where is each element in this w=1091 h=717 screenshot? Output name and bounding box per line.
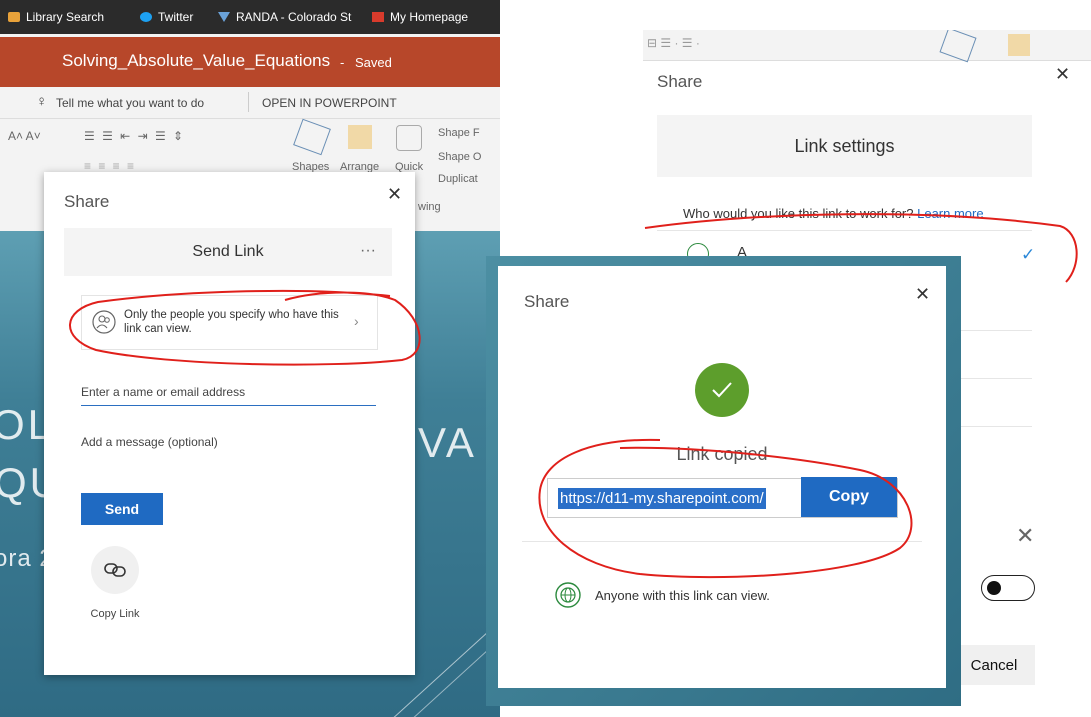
success-icon [695, 363, 749, 417]
dialog-title: Share [524, 292, 570, 311]
people-icon [92, 310, 116, 334]
who-question: Who would you like this link to work for… [683, 206, 984, 221]
randa-icon [218, 12, 230, 22]
link-scope-text: Anyone with this link can view. [595, 588, 770, 603]
slide-title-fragment: VA [418, 419, 477, 466]
shape-outline-button[interactable]: Shape O [438, 151, 481, 163]
ribbon-strip: ⊟ ☰ · ☰ · [643, 30, 1091, 63]
close-icon[interactable]: ✕ [387, 184, 402, 205]
homepage-icon [372, 12, 384, 22]
link-permission-button[interactable]: Only the people you specify who have thi… [81, 295, 378, 350]
tell-me-bar: ♀ Tell me what you want to do OPEN IN PO… [0, 88, 500, 119]
bookmark-library-search[interactable]: Library Search [8, 10, 104, 24]
library-icon [8, 12, 20, 22]
dialog-title: Share [64, 192, 110, 211]
title-bar: Solving_Absolute_Value_Equations - Saved [0, 37, 500, 87]
remove-icon[interactable]: ✕ [1016, 523, 1034, 549]
twitter-icon [140, 12, 152, 22]
lightbulb-icon: ♀ [36, 93, 48, 110]
drawing-group-label: wing [418, 201, 441, 213]
learn-more-link[interactable]: Learn more [917, 206, 983, 221]
email-field[interactable] [81, 379, 376, 406]
send-link-header: Send Link ··· [64, 228, 392, 276]
save-status: Saved [355, 55, 392, 70]
copy-link-button[interactable] [91, 546, 139, 594]
more-options-icon[interactable]: ··· [360, 242, 376, 260]
arrange-icon [348, 125, 372, 149]
bookmark-twitter[interactable]: Twitter [140, 10, 193, 24]
copy-button[interactable]: Copy [801, 477, 897, 517]
permission-text: Only the people you specify who have thi… [124, 309, 339, 335]
bookmark-randa[interactable]: RANDA - Colorado St [218, 10, 351, 24]
send-link-label: Send Link [192, 243, 264, 260]
link-settings-header: Link settings [657, 115, 1032, 177]
align-controls[interactable]: ≡ ≡ ≡ ≡ [84, 159, 136, 173]
copy-link-label: Copy Link [90, 608, 140, 620]
bookmark-my-homepage[interactable]: My Homepage [372, 10, 468, 24]
share-dialog: Share ✕ Send Link ··· Only the people yo… [44, 172, 415, 675]
font-size-controls[interactable]: A˄ A˅ [8, 129, 41, 143]
checkmark-icon [712, 382, 732, 398]
bookmarks-bar: Library Search Twitter RANDA - Colorado … [0, 0, 500, 34]
powerpoint-window: Library Search Twitter RANDA - Colorado … [0, 0, 500, 717]
shapes-icon [293, 118, 331, 156]
who-question-text: Who would you like this link to work for… [683, 206, 914, 221]
close-icon[interactable]: ✕ [1055, 64, 1070, 85]
title-separator: - [340, 55, 345, 70]
divider [657, 230, 1032, 231]
allow-editing-toggle[interactable] [981, 575, 1035, 601]
link-url-text: https://d11-my.sharepoint.com/ [558, 488, 766, 509]
list-controls[interactable]: ☰ ☰ ⇤ ⇥ ☰ ⇕ [84, 129, 185, 143]
close-icon[interactable]: ✕ [915, 284, 930, 305]
tell-me-search[interactable]: Tell me what you want to do [56, 96, 204, 110]
chevron-right-icon: › [354, 313, 359, 329]
checkmark-icon: ✓ [1021, 245, 1036, 264]
link-copied-dialog: Share ✕ Link copied https://d11-my.share… [498, 266, 946, 688]
send-button[interactable]: Send [81, 493, 163, 525]
link-icon [104, 563, 126, 577]
dialog-title: Share [657, 72, 703, 91]
arrange-icon [1008, 34, 1030, 56]
divider [522, 541, 922, 542]
divider [248, 92, 249, 112]
open-in-powerpoint-button[interactable]: OPEN IN POWERPOINT [262, 96, 397, 110]
message-field[interactable] [81, 430, 376, 454]
ribbon-controls: ⊟ ☰ · ☰ · [647, 36, 700, 50]
quick-styles-icon [396, 125, 422, 151]
globe-icon [555, 582, 581, 608]
duplicate-button[interactable]: Duplicat [438, 173, 478, 185]
shape-fill-button[interactable]: Shape F [438, 127, 480, 139]
toggle-knob [987, 581, 1001, 595]
link-settings-label: Link settings [794, 136, 895, 156]
document-title[interactable]: Solving_Absolute_Value_Equations [62, 51, 330, 71]
shapes-icon [939, 30, 977, 63]
link-copied-message: Link copied [676, 444, 768, 464]
cancel-button[interactable]: Cancel [953, 645, 1035, 685]
